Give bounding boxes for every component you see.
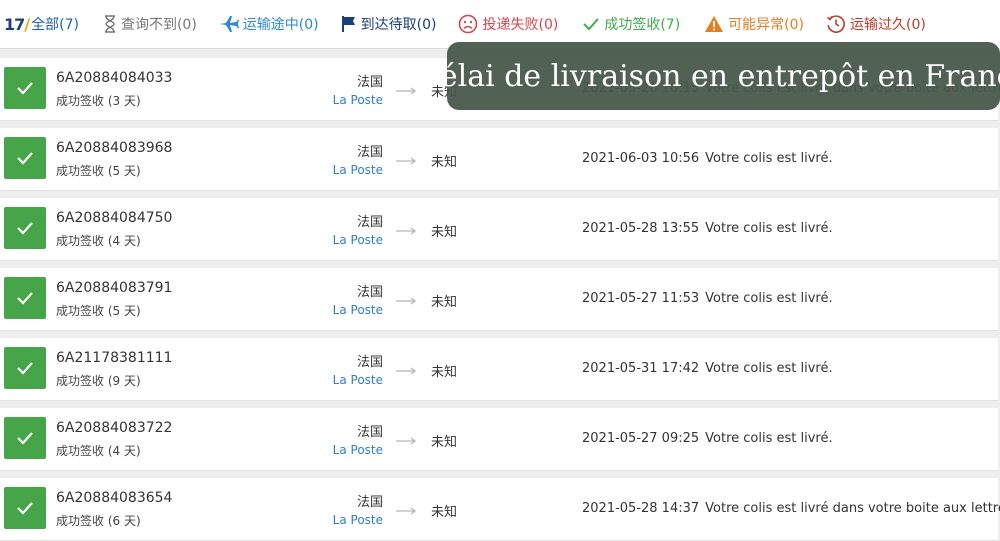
delivered-status-icon	[4, 487, 46, 529]
tab-all-label: 全部(7)	[31, 17, 79, 33]
tab-pickup[interactable]: 到达待取(0)	[341, 0, 437, 48]
destination-country: 未知	[431, 295, 458, 310]
flag-icon	[341, 15, 357, 33]
delivery-status: 成功签收 (5 天)	[56, 304, 141, 318]
origin-country: 法国	[356, 285, 383, 300]
route-arrow-icon	[396, 297, 416, 305]
tab-failed-label: 投递失败(0)	[482, 17, 559, 33]
shipment-row[interactable]: 6A20884083968 成功签收 (5 天) 法国 La Poste 未知 …	[0, 128, 998, 191]
delivered-status-icon	[4, 417, 46, 459]
tracking-number[interactable]: 6A20884083722	[56, 420, 172, 436]
origin-country: 法国	[356, 75, 383, 90]
carrier-link[interactable]: La Poste	[283, 513, 383, 527]
tab-expired[interactable]: 运输过久(0)	[826, 0, 926, 48]
shipment-row[interactable]: 6A20884084750 成功签收 (4 天) 法国 La Poste 未知 …	[0, 198, 998, 261]
event-date: 2021-05-28 14:37	[582, 501, 700, 516]
origin-country: 法国	[356, 495, 383, 510]
route-arrow-icon	[396, 437, 416, 445]
latest-event: 2021-05-28 14:37 Votre colis est livré da…	[582, 501, 1000, 516]
tab-in-transit[interactable]: 运输途中(0)	[219, 0, 319, 48]
origin-country: 法国	[356, 425, 383, 440]
latest-event: 2021-05-27 09:25 Votre colis est livré.	[582, 431, 833, 446]
warning-icon	[704, 15, 724, 33]
delivery-status: 成功签收 (6 天)	[56, 514, 141, 528]
carrier-link[interactable]: La Poste	[283, 443, 383, 457]
delivery-status: 成功签收 (4 天)	[56, 444, 141, 458]
tab-alert-label: 可能异常(0)	[728, 17, 805, 33]
shipment-row[interactable]: 6A20884083791 成功签收 (5 天) 法国 La Poste 未知 …	[0, 268, 998, 331]
latest-event: 2021-05-28 13:55 Votre colis est livré.	[582, 221, 833, 236]
latest-event: 2021-05-31 17:42 Votre colis est livré.	[582, 361, 833, 376]
carrier-link[interactable]: La Poste	[283, 303, 383, 317]
event-message: Votre colis est livré.	[705, 291, 833, 306]
history-clock-icon	[826, 14, 846, 34]
delivered-status-icon	[4, 347, 46, 389]
event-message: Votre colis est livré.	[705, 221, 833, 236]
tab-not-found-label: 查询不到(0)	[120, 17, 197, 33]
route-arrow-icon	[396, 157, 416, 165]
delivery-status: 成功签收 (9 天)	[56, 374, 141, 388]
carrier-link[interactable]: La Poste	[283, 93, 383, 107]
event-message: Votre colis est livré.	[705, 151, 833, 166]
destination-country: 未知	[431, 155, 458, 170]
tracking-number[interactable]: 6A20884083791	[56, 280, 172, 296]
event-message: Votre colis est livré.	[705, 431, 833, 446]
sad-face-icon	[458, 14, 478, 34]
tab-delivered-label: 成功签收(7)	[604, 17, 681, 33]
route-arrow-icon	[396, 367, 416, 375]
event-date: 2021-05-27 09:25	[582, 431, 700, 446]
hourglass-icon	[103, 15, 117, 33]
event-date: 2021-05-31 17:42	[582, 361, 700, 376]
origin-country: 法国	[356, 215, 383, 230]
destination-country: 未知	[431, 225, 458, 240]
event-date: 2021-05-27 11:53	[582, 291, 700, 306]
carrier-link[interactable]: La Poste	[283, 163, 383, 177]
carrier-link[interactable]: La Poste	[283, 233, 383, 247]
shipment-row[interactable]: 6A20884083722 成功签收 (4 天) 法国 La Poste 未知 …	[0, 408, 998, 471]
tab-expired-label: 运输过久(0)	[850, 17, 926, 33]
origin-country: 法国	[356, 355, 383, 370]
route-arrow-icon	[396, 227, 416, 235]
tracking-number[interactable]: 6A20884084750	[56, 210, 172, 226]
airplane-icon	[219, 15, 239, 33]
overlay-caption: Délai de livraison en entrepôt en France	[416, 42, 1000, 110]
tab-delivered[interactable]: 成功签收(7)	[582, 0, 680, 48]
delivery-status: 成功签收 (5 天)	[56, 164, 141, 178]
checkmark-icon	[582, 16, 600, 32]
latest-event: 2021-06-03 10:56 Votre colis est livré.	[582, 151, 833, 166]
delivery-status: 成功签收 (3 天)	[56, 94, 141, 108]
tab-not-found[interactable]: 查询不到(0)	[103, 0, 197, 48]
origin-country: 法国	[356, 145, 383, 160]
tracking-number[interactable]: 6A20884084033	[56, 70, 172, 86]
delivered-status-icon	[4, 277, 46, 319]
overlay-caption-text: Délai de livraison en entrepôt en France	[415, 58, 1000, 94]
shipment-row[interactable]: 6A21178381111 成功签收 (9 天) 法国 La Poste 未知 …	[0, 338, 998, 401]
carrier-link[interactable]: La Poste	[283, 373, 383, 387]
tracking-number[interactable]: 6A20884083654	[56, 490, 172, 506]
delivered-status-icon	[4, 207, 46, 249]
tracking-number[interactable]: 6A20884083968	[56, 140, 172, 156]
destination-country: 未知	[431, 435, 458, 450]
shipment-row[interactable]: 6A20884083654 成功签收 (6 天) 法国 La Poste 未知 …	[0, 478, 1000, 541]
delivered-status-icon	[4, 67, 46, 109]
destination-country: 未知	[431, 505, 458, 520]
app-logo: 17/	[4, 14, 30, 34]
route-arrow-icon	[396, 507, 416, 515]
event-message: Votre colis est livré.	[705, 361, 833, 376]
event-message: Votre colis est livré dans votre boite a…	[705, 501, 1000, 516]
latest-event: 2021-05-27 11:53 Votre colis est livré.	[582, 291, 833, 306]
tracking-number[interactable]: 6A21178381111	[56, 350, 172, 366]
route-arrow-icon	[396, 87, 416, 95]
tab-failed[interactable]: 投递失败(0)	[458, 0, 558, 48]
destination-country: 未知	[431, 365, 458, 380]
tab-all[interactable]: 17/ 全部(7)	[4, 0, 79, 48]
event-date: 2021-06-03 10:56	[582, 151, 700, 166]
event-date: 2021-05-28 13:55	[582, 221, 700, 236]
delivery-status: 成功签收 (4 天)	[56, 234, 141, 248]
tab-pickup-label: 到达待取(0)	[360, 17, 437, 33]
tab-alert[interactable]: 可能异常(0)	[704, 0, 804, 48]
tab-in-transit-label: 运输途中(0)	[242, 17, 319, 33]
delivered-status-icon	[4, 137, 46, 179]
